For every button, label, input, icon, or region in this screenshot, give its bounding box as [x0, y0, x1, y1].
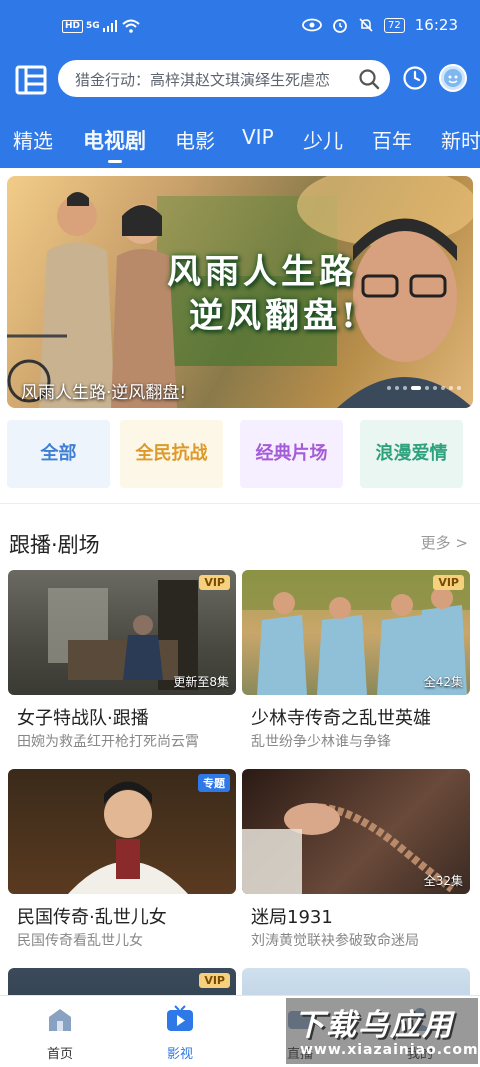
vip-badge: VIP — [199, 575, 230, 590]
video-thumbnail[interactable]: VIP 全42集 — [242, 570, 470, 695]
channel-tabs: 精选 电视剧 电影 VIP 少儿 百年 新时 — [0, 120, 480, 168]
video-card[interactable]: 全32集 迷局1931 刘涛黄觉联袂参破致命迷局 — [242, 769, 470, 959]
episode-count: 全42集 — [423, 675, 463, 689]
video-subtitle: 乱世纷争少林谁与争锋 — [251, 734, 391, 750]
watermark-url: www.xiazainiao.com — [300, 1042, 479, 1058]
more-link[interactable]: 更多 > — [421, 532, 468, 553]
tab-featured[interactable]: 精选 — [13, 125, 53, 154]
tab-tv-series[interactable]: 电视剧 — [83, 125, 146, 155]
video-card[interactable]: VIP — [8, 968, 236, 995]
carousel-indicator — [387, 386, 461, 390]
video-title[interactable]: 女子特战队·跟播 — [17, 704, 149, 730]
video-card[interactable]: VIP 全42集 少林寺传奇之乱世英雄 乱世纷争少林谁与争锋 — [242, 570, 470, 760]
home-icon — [49, 1009, 71, 1031]
search-box[interactable]: 猎金行动：高梓淇赵文琪演绎生死虐恋 — [58, 60, 390, 97]
vip-badge: VIP — [199, 973, 230, 988]
video-subtitle: 刘涛黄觉联袂参破致命迷局 — [251, 933, 419, 949]
eye-icon — [302, 18, 322, 32]
category-romance[interactable]: 浪漫爱情 — [360, 420, 463, 488]
clock: 16:23 — [414, 16, 458, 34]
user-avatar[interactable] — [439, 64, 467, 92]
watermark: 下载乌应用 www.xiazainiao.com — [286, 998, 478, 1064]
category-all[interactable]: 全部 — [7, 420, 110, 488]
alarm-icon — [333, 19, 347, 33]
video-thumbnail[interactable]: VIP 更新至8集 — [8, 570, 236, 695]
divider — [0, 503, 480, 504]
network-type: 5G — [86, 21, 100, 31]
banner-title-line2: 逆风翻盘! — [189, 296, 360, 336]
nav-video-label: 影视 — [166, 1047, 193, 1062]
video-subtitle: 民国传奇看乱世儿女 — [17, 933, 143, 949]
banner-title-line1: 风雨人生路 — [167, 252, 357, 292]
watermark-logo-text: 下载乌应用 — [294, 1008, 454, 1043]
carousel-dot — [457, 386, 461, 390]
hd-indicator: HD — [62, 19, 84, 33]
tab-indicator — [108, 160, 122, 163]
topic-badge: 专题 — [198, 774, 230, 792]
category-menu-icon[interactable] — [15, 64, 47, 96]
top-bar: 猎金行动：高梓淇赵文琪演绎生死虐恋 — [0, 58, 480, 102]
tab-vip[interactable]: VIP — [242, 125, 274, 149]
search-icon[interactable] — [358, 68, 380, 90]
nav-home[interactable]: 首页 — [30, 1004, 90, 1062]
tab-kids[interactable]: 少儿 — [303, 125, 343, 154]
search-placeholder[interactable]: 猎金行动：高梓淇赵文琪演绎生死虐恋 — [75, 69, 353, 90]
signal-icon — [102, 20, 117, 32]
battery-icon: 72 — [384, 17, 405, 33]
video-title[interactable]: 迷局1931 — [251, 903, 333, 929]
category-classic[interactable]: 经典片场 — [240, 420, 343, 488]
tab-movies[interactable]: 电影 — [175, 125, 215, 154]
category-shortcuts: 全部 全民抗战 经典片场 浪漫爱情 — [7, 420, 473, 488]
carousel-dot-active — [411, 386, 421, 390]
category-anti-war[interactable]: 全民抗战 — [120, 420, 223, 488]
carousel-dot — [449, 386, 453, 390]
tv-play-icon — [167, 1005, 193, 1031]
history-icon[interactable] — [402, 65, 428, 91]
episode-count: 更新至8集 — [173, 675, 229, 689]
vip-badge: VIP — [433, 575, 464, 590]
carousel-dot — [395, 386, 399, 390]
episode-count: 全32集 — [423, 874, 463, 888]
tab-centennial[interactable]: 百年 — [372, 125, 412, 154]
status-bar: HD 5G 72 16:23 — [0, 0, 480, 58]
carousel-dot — [425, 386, 429, 390]
wifi-icon — [122, 19, 140, 33]
video-thumbnail[interactable]: VIP — [8, 968, 236, 995]
video-card[interactable] — [242, 968, 470, 995]
video-thumbnail[interactable]: 专题 — [8, 769, 236, 894]
carousel-dot — [433, 386, 437, 390]
nav-video[interactable]: 影视 — [150, 1004, 210, 1062]
carousel-dot — [403, 386, 407, 390]
video-thumbnail[interactable]: 全32集 — [242, 769, 470, 894]
mute-icon — [359, 18, 373, 32]
video-card[interactable]: VIP 更新至8集 女子特战队·跟播 田婉为救孟红开枪打死尚云霄 — [8, 570, 236, 760]
hero-banner[interactable]: 风雨人生路 逆风翻盘! 风雨人生路·逆风翻盘! — [7, 176, 473, 408]
video-subtitle: 田婉为救孟红开枪打死尚云霄 — [17, 734, 199, 750]
nav-home-label: 首页 — [46, 1047, 73, 1062]
video-title[interactable]: 民国传奇·乱世儿女 — [17, 903, 167, 929]
avatar-face-icon — [444, 69, 462, 87]
section-title: 跟播·剧场 — [9, 533, 100, 557]
video-thumbnail[interactable] — [242, 968, 470, 995]
carousel-dot — [387, 386, 391, 390]
carousel-dot — [441, 386, 445, 390]
tab-new-era[interactable]: 新时 — [441, 125, 480, 154]
video-title[interactable]: 少林寺传奇之乱世英雄 — [251, 704, 431, 730]
banner-caption: 风雨人生路·逆风翻盘! — [21, 383, 187, 403]
video-card[interactable]: 专题 民国传奇·乱世儿女 民国传奇看乱世儿女 — [8, 769, 236, 959]
